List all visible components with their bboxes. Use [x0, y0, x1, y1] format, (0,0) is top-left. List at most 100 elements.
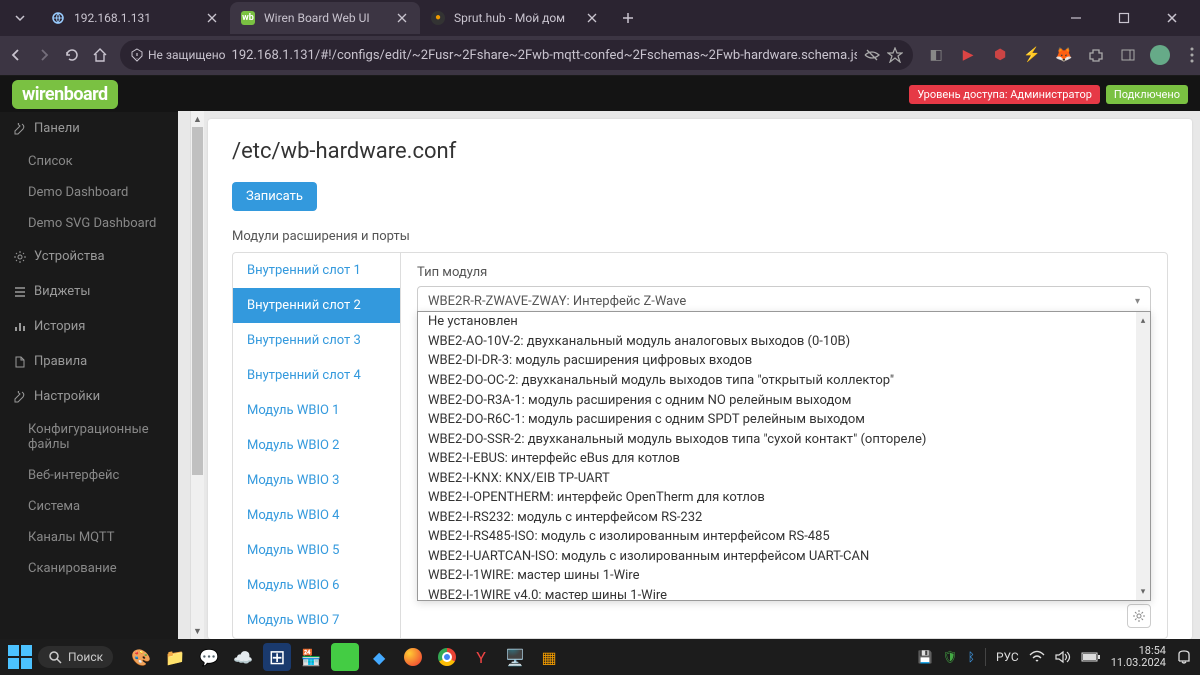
- dropdown-option[interactable]: WBE2-I-1WIRE: мастер шины 1-Wire: [418, 566, 1150, 586]
- logo[interactable]: wirenboard: [12, 80, 118, 109]
- start-button[interactable]: [8, 645, 32, 669]
- slot-tab-5[interactable]: Модуль WBIO 2: [233, 428, 400, 463]
- sidebar-header-1[interactable]: Устройства: [0, 239, 178, 274]
- nav-back[interactable]: [8, 41, 24, 69]
- dropdown-option[interactable]: WBE2-DO-SSR-2: двухканальный модуль выхо…: [418, 430, 1150, 450]
- taskbar-app-chrome[interactable]: [433, 643, 461, 671]
- taskbar-app-2[interactable]: 📁: [161, 643, 189, 671]
- taskbar-app-4[interactable]: ☁️: [229, 643, 257, 671]
- dropdown-option[interactable]: WBE2-AO-10V-2: двухканальный модуль анал…: [418, 332, 1150, 352]
- slot-tab-2[interactable]: Внутренний слот 3: [233, 323, 400, 358]
- dropdown-option[interactable]: WBE2-I-OPENTHERM: интерфейс OpenTherm дл…: [418, 488, 1150, 508]
- taskbar-app-10[interactable]: Y: [467, 643, 495, 671]
- new-tab-button[interactable]: [614, 4, 642, 32]
- browser-tab-1[interactable]: wbWiren Board Web UI: [230, 2, 420, 34]
- nav-home[interactable]: [92, 41, 108, 69]
- close-icon[interactable]: [584, 10, 600, 26]
- dropdown-option[interactable]: Не установлен: [418, 312, 1150, 332]
- tray-icon-drive[interactable]: 💾: [918, 650, 933, 664]
- sidebar-header-3[interactable]: История: [0, 309, 178, 344]
- sidebar-item[interactable]: Demo Dashboard: [0, 177, 178, 208]
- taskbar-app-7[interactable]: [331, 643, 359, 671]
- window-maximize[interactable]: [1104, 3, 1144, 33]
- tray-notifications[interactable]: [1176, 649, 1192, 665]
- sidebar-header-2[interactable]: Виджеты: [0, 274, 178, 309]
- slot-tab-8[interactable]: Модуль WBIO 5: [233, 533, 400, 568]
- security-indicator[interactable]: Не защищено: [130, 48, 226, 62]
- profile-avatar[interactable]: [1149, 44, 1171, 66]
- tray-wifi-icon[interactable]: [1029, 650, 1045, 664]
- taskbar-app-8[interactable]: ◆: [365, 643, 393, 671]
- slot-tab-0[interactable]: Внутренний слот 1: [233, 253, 400, 288]
- sidebar-item[interactable]: Каналы MQTT: [0, 522, 178, 553]
- tray-icon-bluetooth[interactable]: ᛒ: [968, 650, 975, 664]
- close-icon[interactable]: [394, 10, 410, 26]
- sidebar-item[interactable]: Список: [0, 146, 178, 177]
- access-level-badge[interactable]: Уровень доступа: Администратор: [909, 85, 1100, 104]
- eye-off-icon[interactable]: [863, 46, 881, 64]
- tray-lang[interactable]: РУС: [996, 650, 1019, 664]
- taskbar-app-6[interactable]: 🏪: [297, 643, 325, 671]
- sidebar-item[interactable]: Система: [0, 491, 178, 522]
- sidebar-item[interactable]: Сканирование: [0, 553, 178, 584]
- side-panel-icon[interactable]: [1117, 44, 1139, 66]
- dropdown-option[interactable]: WBE2-I-RS485-ISO: модуль с изолированным…: [418, 527, 1150, 547]
- app-topbar: wirenboard Уровень доступа: Администрато…: [0, 76, 1200, 112]
- taskbar-app-3[interactable]: 💬: [195, 643, 223, 671]
- slot-tab-1[interactable]: Внутренний слот 2: [233, 288, 400, 323]
- tray-icon-shield[interactable]: 🛡: [943, 650, 958, 664]
- dropdown-option[interactable]: WBE2-I-1WIRE v4.0: мастер шины 1-Wire: [418, 586, 1150, 601]
- ext-icon-1[interactable]: ◧: [925, 44, 947, 66]
- dropdown-option[interactable]: WBE2-DI-DR-3: модуль расширения цифровых…: [418, 351, 1150, 371]
- tray-volume-icon[interactable]: [1055, 650, 1071, 664]
- taskbar-app-12[interactable]: ▦: [535, 643, 563, 671]
- taskbar-app-5[interactable]: ⊞: [263, 643, 291, 671]
- taskbar-app-11[interactable]: 🖥️: [501, 643, 529, 671]
- window-minimize[interactable]: [1056, 3, 1096, 33]
- taskbar-search[interactable]: Поиск: [38, 646, 113, 668]
- tab-list-dropdown[interactable]: [8, 6, 32, 30]
- slot-tab-10[interactable]: Модуль WBIO 7: [233, 603, 400, 638]
- sidebar-header-0[interactable]: Панели: [0, 111, 178, 146]
- sidebar-item[interactable]: Веб-интерфейс: [0, 460, 178, 491]
- dropdown-list[interactable]: Не установленWBE2-AO-10V-2: двухканальны…: [417, 311, 1151, 601]
- ext-icon-2[interactable]: ▶: [957, 44, 979, 66]
- close-icon[interactable]: [204, 10, 220, 26]
- bookmark-star-icon[interactable]: [887, 47, 903, 63]
- sidebar-item[interactable]: Demo SVG Dashboard: [0, 208, 178, 239]
- settings-gear-button[interactable]: [1127, 604, 1151, 628]
- dropdown-option[interactable]: WBE2-DO-R3A-1: модуль расширения с одним…: [418, 391, 1150, 411]
- url-bar[interactable]: Не защищено 192.168.1.131/#!/configs/edi…: [120, 40, 913, 70]
- sidebar-item[interactable]: Конфигурационные файлы: [0, 414, 178, 460]
- nav-forward[interactable]: [36, 41, 52, 69]
- browser-menu[interactable]: [1181, 44, 1200, 66]
- dropdown-option[interactable]: WBE2-DO-OC-2: двухканальный модуль выход…: [418, 371, 1150, 391]
- tray-clock[interactable]: 18:54 11.03.2024: [1111, 645, 1166, 669]
- dropdown-scrollbar[interactable]: ▴ ▾: [1136, 312, 1150, 600]
- nav-reload[interactable]: [64, 41, 80, 69]
- slot-tab-7[interactable]: Модуль WBIO 4: [233, 498, 400, 533]
- browser-tab-0[interactable]: 192.168.1.131: [40, 2, 230, 34]
- tray-battery-icon[interactable]: [1081, 651, 1101, 663]
- window-close[interactable]: [1152, 3, 1192, 33]
- sidebar-header-4[interactable]: Правила: [0, 344, 178, 379]
- ext-icon-4[interactable]: ⚡: [1021, 44, 1043, 66]
- ext-icon-5[interactable]: 🦊: [1053, 44, 1075, 66]
- ext-icon-3[interactable]: ⬢: [989, 44, 1011, 66]
- dropdown-option[interactable]: WBE2-I-RS232: модуль с интерфейсом RS-23…: [418, 508, 1150, 528]
- extensions-icon[interactable]: [1085, 44, 1107, 66]
- save-button[interactable]: Записать: [232, 182, 317, 211]
- dropdown-option[interactable]: WBE2-I-EBUS: интерфейс eBus для котлов: [418, 449, 1150, 469]
- dropdown-option[interactable]: WBE2-I-KNX: KNX/EIB TP-UART: [418, 469, 1150, 489]
- page-scrollbar[interactable]: ▲ ▼: [190, 111, 204, 639]
- taskbar-app-9[interactable]: [399, 643, 427, 671]
- slot-tab-9[interactable]: Модуль WBIO 6: [233, 568, 400, 603]
- slot-tab-3[interactable]: Внутренний слот 4: [233, 358, 400, 393]
- dropdown-option[interactable]: WBE2-DO-R6C-1: модуль расширения с одним…: [418, 410, 1150, 430]
- slot-tab-6[interactable]: Модуль WBIO 3: [233, 463, 400, 498]
- dropdown-option[interactable]: WBE2-I-UARTCAN-ISO: модуль с изолированн…: [418, 547, 1150, 567]
- taskbar-app-1[interactable]: 🎨: [127, 643, 155, 671]
- browser-tab-2[interactable]: ●Sprut.hub - Мой дом: [420, 2, 610, 34]
- sidebar-header-5[interactable]: Настройки: [0, 379, 178, 414]
- slot-tab-4[interactable]: Модуль WBIO 1: [233, 393, 400, 428]
